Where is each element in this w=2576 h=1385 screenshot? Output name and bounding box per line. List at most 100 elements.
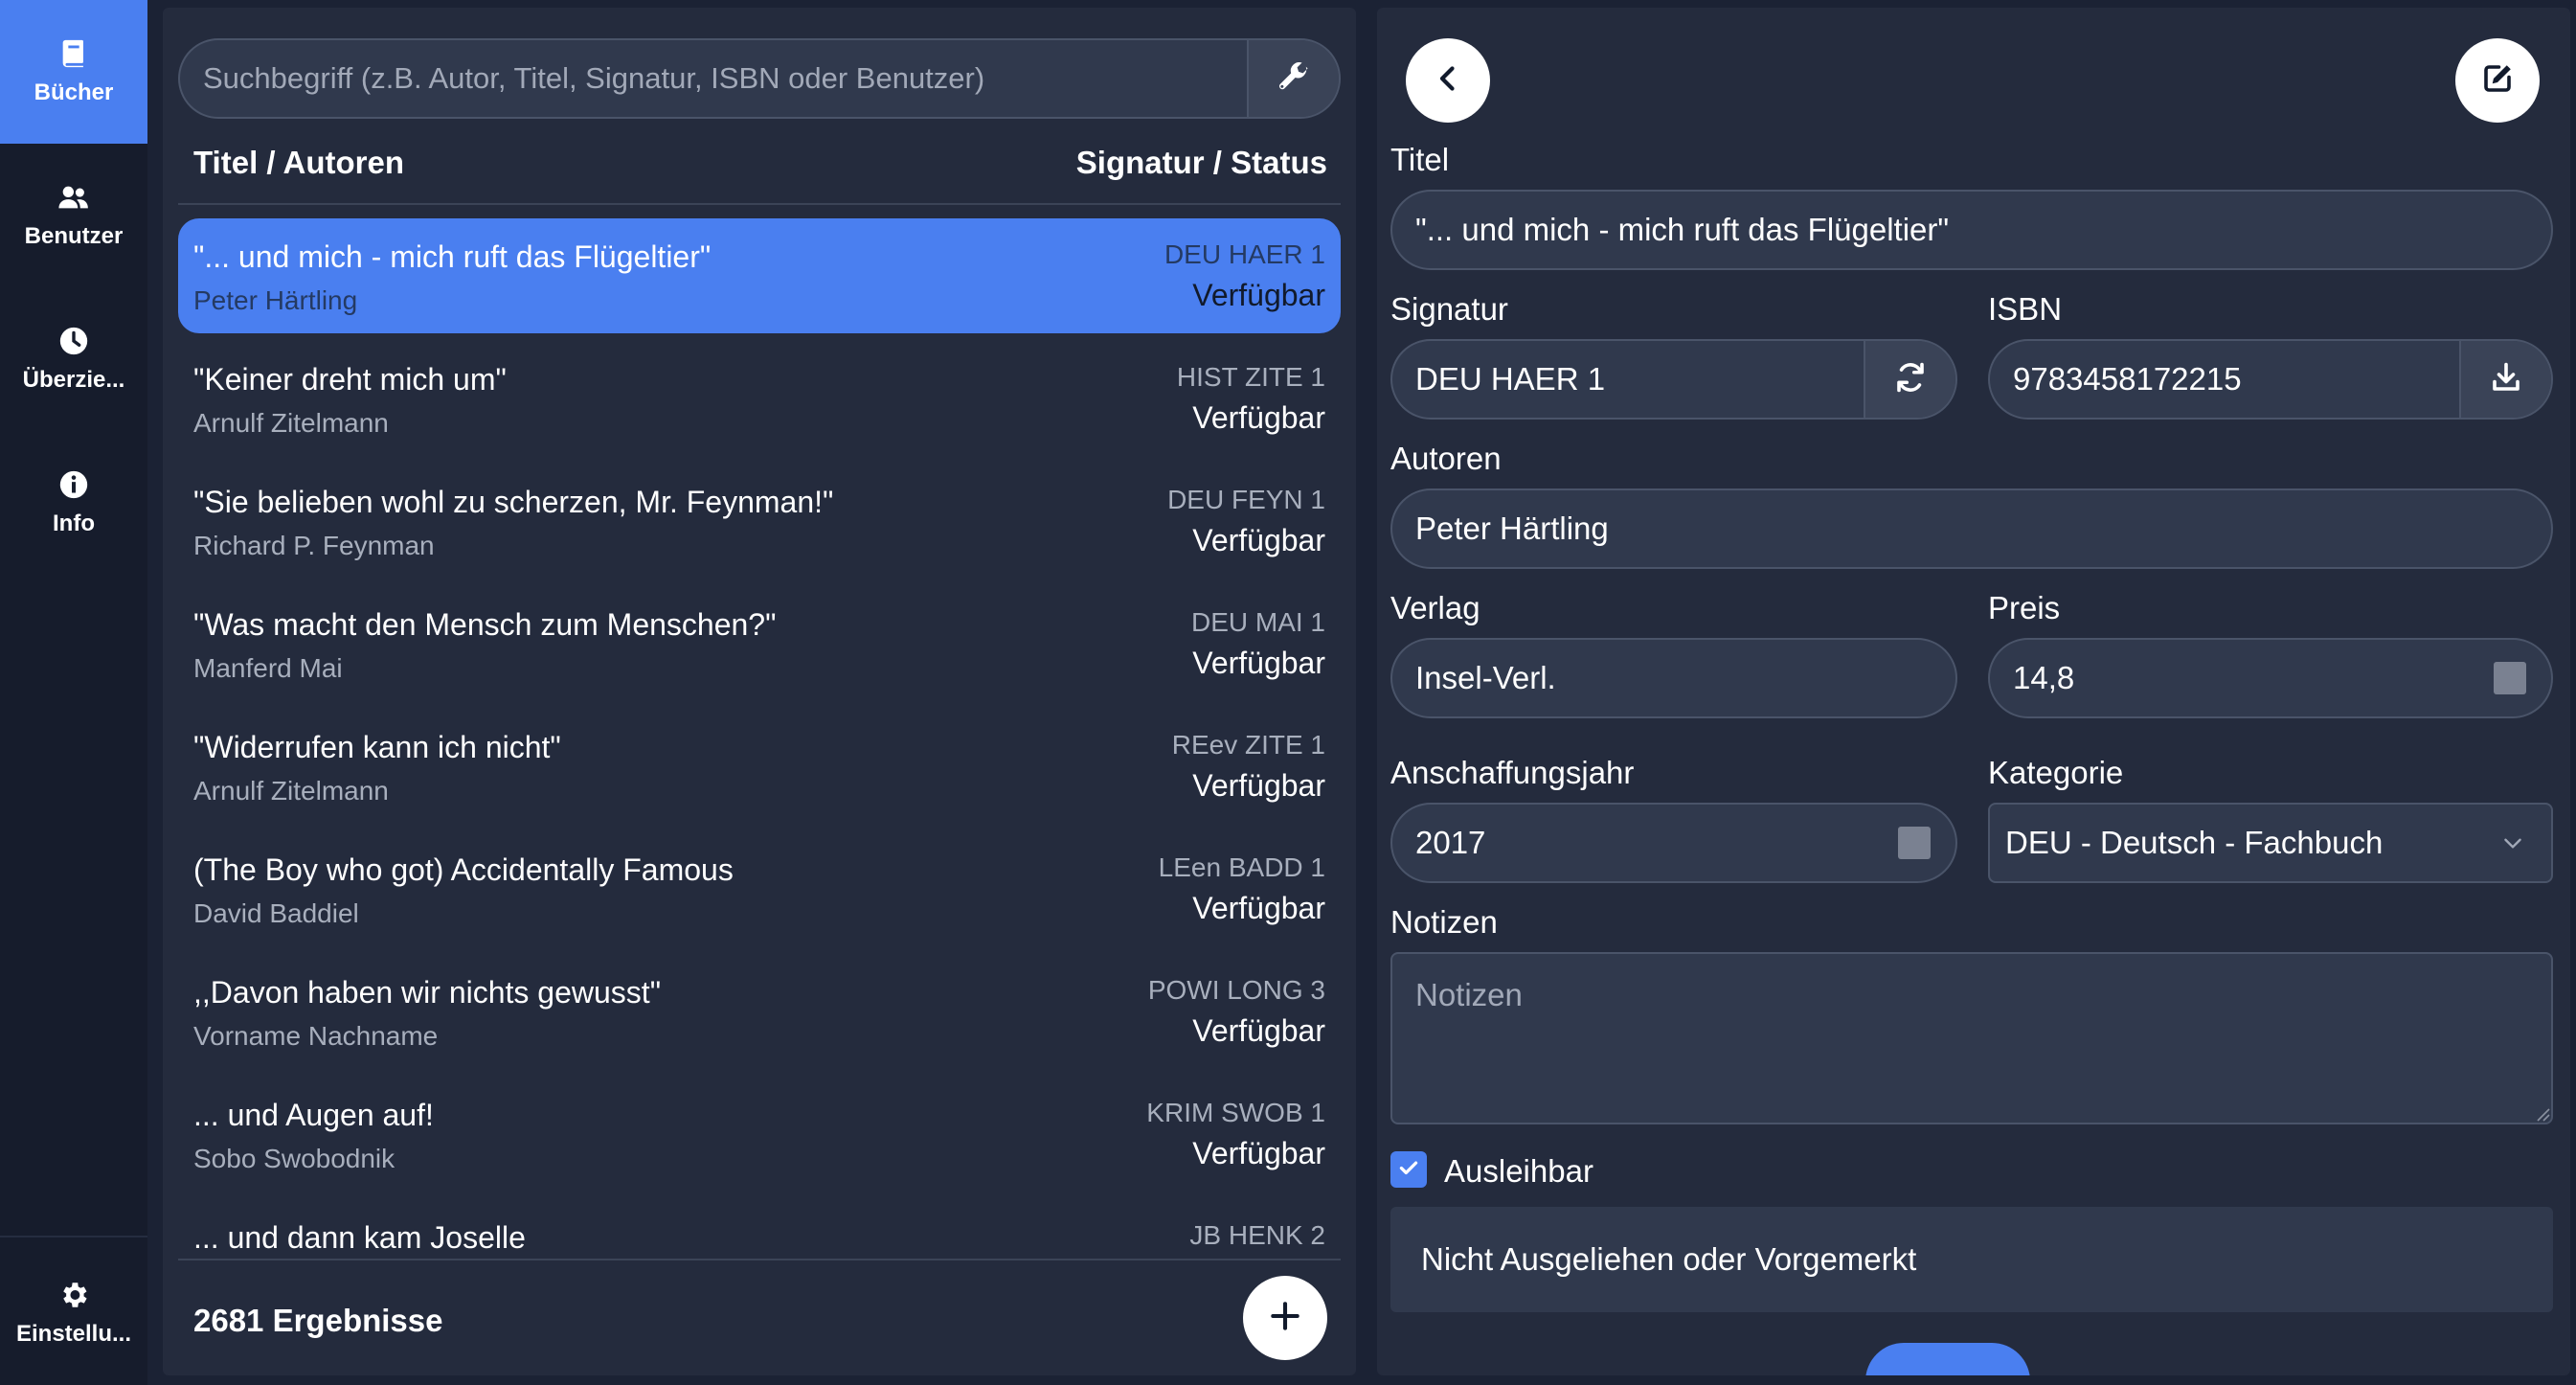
year-stepper[interactable] (1898, 827, 1931, 859)
book-author: Arnulf Zitelmann (193, 776, 389, 806)
label-title: Titel (1390, 142, 1450, 177)
label-year: Anschaffungsjahr (1390, 755, 1635, 790)
nav-item-overdue[interactable]: Überzie... (0, 287, 147, 431)
book-title: "Sie belieben wohl zu scherzen, Mr. Feyn… (193, 485, 834, 519)
price-field[interactable]: 14,8 (1988, 638, 2553, 718)
book-author: Peter Härtling (193, 285, 358, 315)
book-title: ... und dann kam Joselle (193, 1220, 526, 1255)
book-author: Vorname Nachname (193, 1021, 439, 1051)
category-value: DEU - Deutsch - Fachbuch (2005, 825, 2384, 860)
list-item[interactable]: "Was macht den Mensch zum Menschen?" Man… (178, 586, 1341, 701)
plus-icon (1267, 1298, 1303, 1339)
clock-icon (57, 325, 90, 357)
nav-item-info[interactable]: Info (0, 431, 147, 575)
nav-item-users[interactable]: Benutzer (0, 144, 147, 287)
publisher-field[interactable]: Insel-Verl. (1390, 638, 1957, 718)
loan-status-text: Nicht Ausgeliehen oder Vorgemerkt (1421, 1241, 1917, 1277)
year-value: 2017 (1415, 825, 1486, 860)
book-status: Verfügbar (1192, 400, 1325, 435)
book-title: "Widerrufen kann ich nicht" (193, 730, 561, 764)
book-signature: JB HENK 2 (1189, 1220, 1325, 1250)
gear-icon (57, 1279, 90, 1311)
book-status: Verfügbar (1192, 891, 1325, 925)
book-title: ... und Augen auf! (193, 1098, 434, 1132)
isbn-field[interactable]: 9783458172215 (1988, 339, 2553, 420)
list-item[interactable]: "Keiner dreht mich um" Arnulf Zitelmann … (178, 341, 1341, 456)
loan-status-box: Nicht Ausgeliehen oder Vorgemerkt (1390, 1207, 2553, 1312)
wrench-icon (1277, 59, 1311, 99)
price-stepper[interactable] (2494, 662, 2526, 694)
isbn-value: 9783458172215 (2013, 361, 2242, 397)
lendable-checkbox[interactable] (1390, 1151, 1427, 1188)
sidebar-divider (0, 1236, 147, 1237)
book-title: "Was macht den Mensch zum Menschen?" (193, 607, 777, 642)
book-author: Manferd Mai (193, 653, 343, 683)
book-signature: DEU HAER 1 (1164, 239, 1325, 269)
year-field[interactable]: 2017 (1390, 803, 1957, 883)
book-author: Arnulf Zitelmann (193, 408, 389, 438)
list-item[interactable]: "... und mich - mich ruft das Flügeltier… (178, 218, 1341, 333)
book-signature: KRIM SWOB 1 (1146, 1098, 1325, 1127)
book-status: Verfügbar (1192, 646, 1325, 680)
list-item[interactable]: ,,Davon haben wir nichts gewusst" Vornam… (178, 954, 1341, 1069)
regenerate-signature-button[interactable] (1864, 341, 1955, 418)
signature-value: DEU HAER 1 (1415, 361, 1606, 397)
book-title: "Keiner dreht mich um" (193, 362, 507, 397)
book-status: Verfügbar (1192, 768, 1325, 803)
book-signature: DEU FEYN 1 (1167, 485, 1325, 514)
footer-divider (178, 1259, 1341, 1260)
book-title: ,,Davon haben wir nichts gewusst" (193, 975, 662, 1010)
signature-field[interactable]: DEU HAER 1 (1390, 339, 1957, 420)
list-item[interactable]: "Widerrufen kann ich nicht" Arnulf Zitel… (178, 709, 1341, 824)
book-signature: POWI LONG 3 (1147, 975, 1325, 1005)
authors-value: Peter Härtling (1415, 511, 1609, 546)
notes-textarea[interactable] (1390, 952, 2553, 1124)
sidebar: Bücher Benutzer Überzie... Info Einstell… (0, 0, 147, 1385)
book-status: Verfügbar (1192, 1136, 1325, 1170)
category-select[interactable]: DEU - Deutsch - Fachbuch (1988, 803, 2553, 883)
nav-label-settings: Einstellu... (15, 1321, 132, 1347)
book-icon (57, 37, 90, 70)
nav-label-books: Bücher (34, 79, 114, 105)
book-status: Verfügbar (1192, 278, 1325, 312)
fetch-isbn-button[interactable] (2459, 341, 2551, 418)
book-list-panel: Titel / Autoren Signatur / Status "... u… (163, 8, 1356, 1375)
list-item[interactable]: ... und Augen auf! Sobo Swobodnik KRIM S… (178, 1077, 1341, 1192)
authors-field[interactable]: Peter Härtling (1390, 488, 2553, 569)
nav-label-users: Benutzer (24, 223, 124, 249)
book-signature: DEU MAI 1 (1190, 607, 1325, 637)
users-icon (57, 181, 90, 214)
publisher-value: Insel-Verl. (1415, 660, 1556, 695)
book-author: Sobo Swobodnik (193, 1144, 395, 1173)
refresh-icon (1893, 360, 1928, 399)
nav-item-settings[interactable]: Einstellu... (0, 1241, 147, 1385)
edit-button[interactable] (2455, 38, 2540, 123)
download-icon (2489, 360, 2523, 399)
label-publisher: Verlag (1390, 590, 1480, 625)
header-title-authors: Titel / Autoren (193, 145, 405, 180)
title-field[interactable]: "... und mich - mich ruft das Flügeltier… (1390, 190, 2553, 270)
lendable-label: Ausleihbar (1444, 1153, 1593, 1189)
nav-label-overdue: Überzie... (22, 367, 125, 393)
label-signature: Signatur (1390, 291, 1508, 327)
search-options-button[interactable] (1247, 40, 1339, 117)
search-box (178, 38, 1341, 119)
resize-grip-icon[interactable] (2534, 1105, 2551, 1123)
lend-button[interactable] (1865, 1343, 2030, 1375)
header-divider (178, 203, 1341, 205)
book-status: Verfügbar (1192, 523, 1325, 557)
add-book-button[interactable] (1243, 1276, 1327, 1360)
chevron-left-icon (1431, 61, 1465, 101)
header-signature-status: Signatur / Status (1075, 145, 1327, 180)
book-author: Richard P. Feynman (193, 531, 435, 560)
book-title: (The Boy who got) Accidentally Famous (193, 852, 734, 887)
price-value: 14,8 (2013, 660, 2075, 695)
search-input[interactable] (180, 40, 1247, 117)
nav-item-books[interactable]: Bücher (0, 0, 147, 144)
result-count: 2681 Ergebnisse (193, 1303, 443, 1338)
book-list: "... und mich - mich ruft das Flügeltier… (178, 211, 1341, 1268)
back-button[interactable] (1406, 38, 1490, 123)
list-item[interactable]: (The Boy who got) Accidentally Famous Da… (178, 831, 1341, 946)
list-item[interactable]: "Sie belieben wohl zu scherzen, Mr. Feyn… (178, 464, 1341, 579)
label-category: Kategorie (1988, 755, 2124, 790)
